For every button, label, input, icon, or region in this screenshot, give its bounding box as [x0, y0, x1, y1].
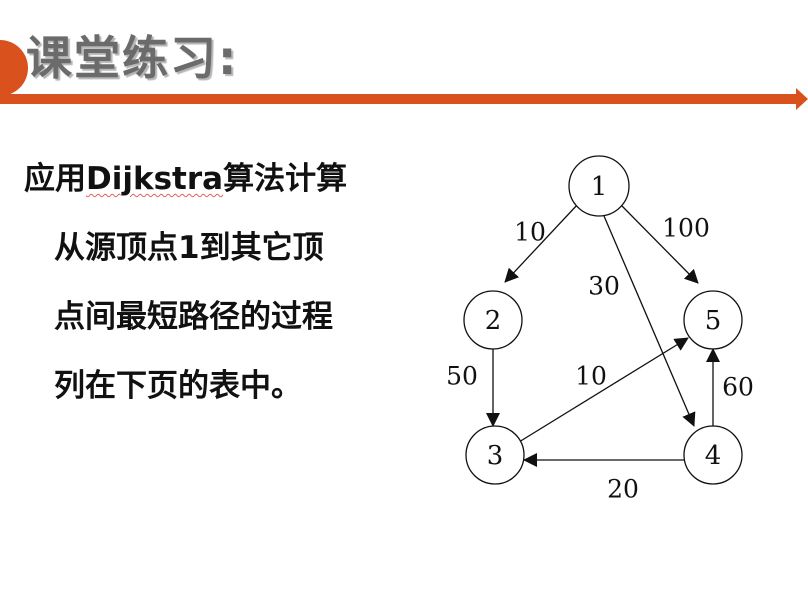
edge-1-5-weight: 100: [662, 214, 710, 243]
edge-3-5-weight: 10: [575, 362, 607, 391]
node-1-label: 1: [591, 172, 608, 202]
graph-diagram: 1 2 3 4 5 10 100 30 50 10 60 20: [446, 155, 754, 504]
node-5-label: 5: [705, 306, 722, 336]
slide: 课堂练习: 应用Dijkstra算法计算 从源顶点1到其它顶 点间最短路径的过程…: [0, 0, 808, 589]
edge-1-4-weight: 30: [588, 272, 620, 301]
node-3-label: 3: [487, 441, 504, 471]
edge-1-4: [603, 215, 696, 427]
node-2-label: 2: [485, 306, 502, 336]
edge-2-3-weight: 50: [446, 362, 478, 391]
edge-1-2-weight: 10: [514, 218, 546, 247]
node-4-label: 4: [705, 441, 722, 471]
edge-4-3-weight: 20: [607, 475, 639, 504]
edge-4-5-weight: 60: [722, 373, 754, 402]
